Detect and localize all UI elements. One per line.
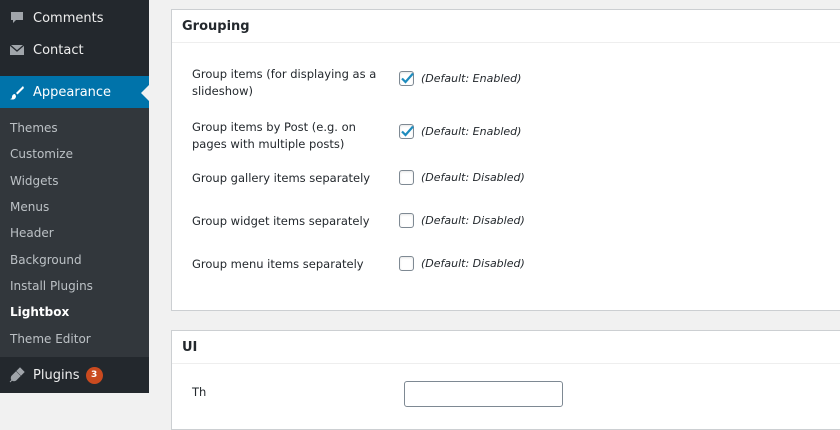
gallery-items-checkbox[interactable] xyxy=(399,170,414,185)
appearance-submenu: Themes Customize Widgets Menus Header Ba… xyxy=(0,108,149,357)
setting-row-menu-items: Group menu items separately (Default: Di… xyxy=(192,256,840,276)
menu-item-label: Contact xyxy=(33,42,84,58)
submenu-item-lightbox[interactable]: Lightbox xyxy=(10,305,69,319)
submenu-item-theme-editor[interactable]: Theme Editor xyxy=(10,332,91,346)
panel-title: UI xyxy=(172,331,840,364)
checkmark-icon xyxy=(401,125,414,137)
setting-label: Group menu items separately xyxy=(192,257,364,271)
menu-item-appearance[interactable]: Appearance xyxy=(0,76,149,109)
submenu-item-widgets[interactable]: Widgets xyxy=(10,174,59,188)
default-note: (Default: Disabled) xyxy=(421,214,525,227)
setting-row-group-by-post: Group items by Post (e.g. on pages with … xyxy=(192,119,840,153)
setting-row-widget-items: Group widget items separately (Default: … xyxy=(192,213,840,233)
setting-label: Group gallery items separately xyxy=(192,171,371,185)
current-menu-arrow xyxy=(141,84,149,101)
submenu-item-install-plugins[interactable]: Install Plugins xyxy=(10,279,93,293)
menu-item-label: Comments xyxy=(33,10,104,26)
submenu-item-header[interactable]: Header xyxy=(10,226,54,240)
default-note: (Default: Enabled) xyxy=(421,72,522,85)
group-items-checkbox[interactable] xyxy=(399,71,414,86)
mail-icon xyxy=(9,42,25,58)
default-note: (Default: Enabled) xyxy=(421,125,522,138)
admin-sidebar: Comments Contact Appearance Themes Custo… xyxy=(0,0,149,393)
default-note: (Default: Disabled) xyxy=(421,171,525,184)
group-by-post-checkbox[interactable] xyxy=(399,124,414,139)
setting-label: Group widget items separately xyxy=(192,214,370,228)
submenu-item-menus[interactable]: Menus xyxy=(10,200,49,214)
setting-row-gallery-items: Group gallery items separately (Default:… xyxy=(192,170,840,190)
menu-item-plugins[interactable]: Plugins 3 xyxy=(0,359,149,391)
submenu-item-themes[interactable]: Themes xyxy=(10,121,58,135)
comment-icon xyxy=(9,10,25,26)
theme-select[interactable] xyxy=(404,381,563,407)
grouping-title: Grouping xyxy=(182,18,250,34)
submenu-item-customize[interactable]: Customize xyxy=(10,147,73,161)
menu-items-checkbox[interactable] xyxy=(399,256,414,271)
menu-item-label: Plugins xyxy=(33,367,80,383)
update-count-badge: 3 xyxy=(85,366,103,384)
default-note: (Default: Disabled) xyxy=(421,257,525,270)
panel-title: Grouping xyxy=(172,10,840,43)
submenu-item-background[interactable]: Background xyxy=(10,253,82,267)
setting-row-group-items: Group items (for displaying as a slidesh… xyxy=(192,66,840,100)
setting-label: Group items by Post (e.g. on pages with … xyxy=(192,120,356,151)
menu-item-comments[interactable]: Comments xyxy=(0,2,149,34)
theme-setting-label: Th xyxy=(192,385,207,399)
menu-item-label: Appearance xyxy=(33,85,112,100)
ui-panel: UI Th xyxy=(171,330,840,430)
menu-item-contact[interactable]: Contact xyxy=(0,34,149,66)
ui-title: UI xyxy=(182,339,198,355)
checkmark-icon xyxy=(401,72,414,84)
setting-label: Group items (for displaying as a slidesh… xyxy=(192,67,377,98)
plugin-icon xyxy=(9,367,25,383)
grouping-panel: Grouping Group items (for displaying as … xyxy=(171,9,840,311)
paintbrush-icon xyxy=(9,85,25,101)
widget-items-checkbox[interactable] xyxy=(399,213,414,228)
